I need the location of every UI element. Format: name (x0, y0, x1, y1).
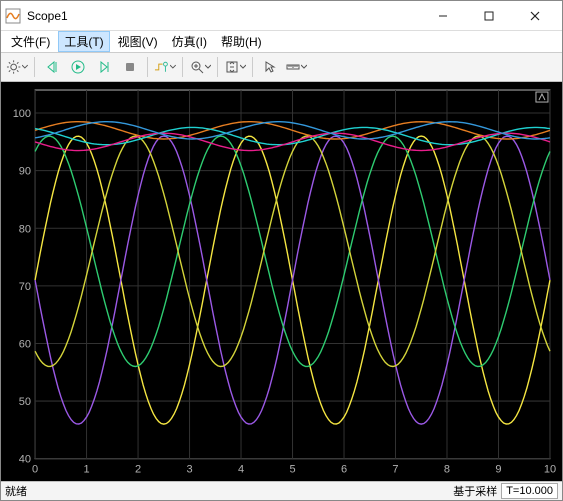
toolbar (1, 53, 562, 82)
svg-text:100: 100 (13, 108, 31, 120)
svg-text:5: 5 (289, 464, 295, 476)
toolbar-separator (217, 57, 218, 77)
chevron-down-icon (240, 64, 246, 70)
signals-icon (154, 60, 169, 74)
close-button[interactable] (512, 1, 558, 31)
menu-help[interactable]: 帮助(H) (215, 31, 268, 52)
svg-text:10: 10 (544, 464, 556, 476)
zoom-in-button[interactable] (188, 55, 212, 79)
step-back-button[interactable] (40, 55, 64, 79)
window-controls (420, 1, 558, 31)
svg-text:7: 7 (392, 464, 398, 476)
cursor-icon (263, 60, 277, 74)
svg-text:60: 60 (19, 338, 31, 350)
signal-selector-button[interactable] (153, 55, 177, 79)
chevron-down-icon (170, 64, 176, 70)
toolbar-separator (182, 57, 183, 77)
menu-tools[interactable]: 工具(T) (58, 31, 109, 52)
svg-text:8: 8 (444, 464, 450, 476)
step-forward-button[interactable] (92, 55, 116, 79)
svg-text:0: 0 (32, 464, 38, 476)
maximize-button[interactable] (466, 1, 512, 31)
svg-text:2: 2 (135, 464, 141, 476)
title-bar: Scope1 (1, 1, 562, 31)
svg-text:6: 6 (341, 464, 347, 476)
chevron-down-icon (301, 64, 307, 70)
svg-text:1: 1 (83, 464, 89, 476)
gear-icon (6, 59, 21, 75)
settings-button[interactable] (5, 55, 29, 79)
scope-plot[interactable]: 0 1 2 3 4 5 6 7 8 9 10 40 50 60 70 80 90 100 (1, 82, 562, 481)
stop-icon (123, 60, 137, 74)
run-button[interactable] (66, 55, 90, 79)
chevron-down-icon (205, 64, 211, 70)
toolbar-separator (252, 57, 253, 77)
window-title: Scope1 (27, 9, 420, 23)
toolbar-separator (147, 57, 148, 77)
toolbar-separator (34, 57, 35, 77)
menu-file[interactable]: 文件(F) (5, 31, 56, 52)
step-back-icon (45, 60, 59, 74)
svg-text:3: 3 (186, 464, 192, 476)
play-icon (71, 60, 85, 74)
ruler-icon (286, 60, 300, 74)
menu-view[interactable]: 视图(V) (112, 31, 164, 52)
status-time: T=10.000 (501, 483, 558, 499)
status-bar: 就绪 基于采样 T=10.000 (1, 481, 562, 500)
svg-text:70: 70 (19, 281, 31, 293)
stop-button[interactable] (118, 55, 142, 79)
step-forward-icon (97, 60, 111, 74)
measure-button[interactable] (284, 55, 308, 79)
zoom-in-icon (190, 60, 204, 74)
svg-text:40: 40 (19, 454, 31, 466)
menu-bar: 文件(F) 工具(T) 视图(V) 仿真(I) 帮助(H) (1, 31, 562, 53)
chevron-down-icon (22, 64, 28, 70)
svg-text:50: 50 (19, 396, 31, 408)
cursor-button[interactable] (258, 55, 282, 79)
svg-text:9: 9 (495, 464, 501, 476)
svg-text:4: 4 (238, 464, 244, 476)
status-sample-mode: 基于采样 (453, 483, 497, 499)
status-ready: 就绪 (5, 483, 27, 499)
autoscale-icon (225, 60, 239, 74)
app-icon (5, 8, 21, 24)
svg-text:90: 90 (19, 166, 31, 178)
minimize-button[interactable] (420, 1, 466, 31)
autoscale-button[interactable] (223, 55, 247, 79)
menu-simulation[interactable]: 仿真(I) (166, 31, 213, 52)
svg-text:80: 80 (19, 223, 31, 235)
